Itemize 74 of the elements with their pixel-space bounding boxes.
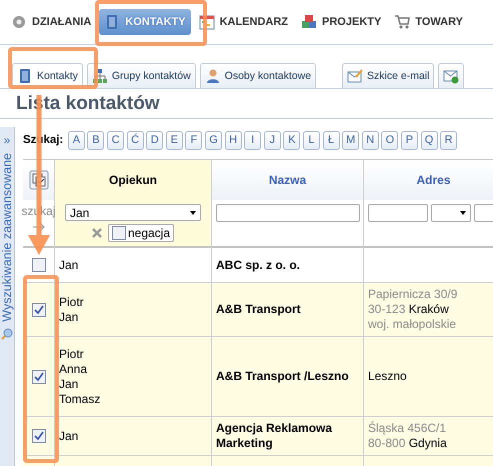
letter-button[interactable]: G xyxy=(205,130,222,150)
checkbox[interactable] xyxy=(32,302,46,316)
letter-button[interactable]: H xyxy=(224,130,242,150)
caretaker-name: Anna xyxy=(59,362,88,376)
letter-button[interactable]: Q xyxy=(420,130,438,150)
caretaker-name: Jan xyxy=(59,376,80,392)
checkbox[interactable] xyxy=(32,258,46,272)
postcode-text: 30-123 xyxy=(368,302,406,316)
city-text: Leszno xyxy=(368,369,407,383)
expand-toggle[interactable]: » xyxy=(4,133,10,147)
caret-icon xyxy=(190,210,196,214)
caretaker-name: Jan xyxy=(59,258,80,272)
nav-tab[interactable]: KALENDARZ xyxy=(194,9,294,35)
mail-pencil-icon xyxy=(347,68,364,84)
letter-button[interactable]: A xyxy=(68,130,85,150)
opiekun-select[interactable]: Jan xyxy=(65,204,201,221)
letter-button[interactable]: M xyxy=(342,130,360,150)
tab[interactable]: Grupy kontaktów xyxy=(86,63,196,88)
city-text: Kraków xyxy=(408,302,449,316)
search-icon xyxy=(1,328,13,340)
hierarchy-icon xyxy=(92,68,108,84)
letter-button[interactable]: L xyxy=(302,130,320,150)
letter-button[interactable]: D xyxy=(146,130,164,150)
letter-button[interactable]: N xyxy=(362,130,379,150)
caretaker-name: Tomasz xyxy=(59,392,102,406)
tab[interactable] xyxy=(438,63,464,88)
postcode-text: 80-800 xyxy=(368,436,406,450)
street-text: Papiernicza 30/9 xyxy=(368,287,458,302)
caretaker-name: Piotr xyxy=(59,294,85,310)
letter-button[interactable]: B xyxy=(87,130,104,150)
book-icon xyxy=(17,68,33,84)
street-text: Śląska 456C/1 xyxy=(368,421,448,436)
tab[interactable]: Szkice e-mail xyxy=(342,63,434,88)
nav-tab[interactable]: PROJEKTY xyxy=(296,9,386,35)
letter-button[interactable]: E xyxy=(166,130,183,150)
sidebar-label[interactable]: Wyszukiwanie zaawansowane xyxy=(0,153,14,322)
negation-checkbox[interactable]: negacja xyxy=(108,224,174,242)
sidebar-strip[interactable]: » Wyszukiwanie zaawansowane xyxy=(0,127,15,466)
region-text: woj. małopolskie xyxy=(368,317,458,332)
checkbox[interactable] xyxy=(32,429,46,443)
caretaker-name: Jan xyxy=(59,310,80,324)
column-header[interactable]: Opiekun xyxy=(108,173,157,187)
nav-tab[interactable]: TOWARY xyxy=(389,9,468,35)
name-filter-field[interactable] xyxy=(216,204,360,222)
mail-add-icon xyxy=(443,68,460,84)
letter-button[interactable]: O xyxy=(381,130,398,150)
address-select[interactable] xyxy=(431,204,471,222)
letter-button[interactable]: Ć xyxy=(126,130,144,150)
column-header[interactable]: Nazwa xyxy=(268,173,306,187)
nav-tab[interactable]: DZIAŁANIA xyxy=(6,9,96,35)
column-header[interactable]: Adres xyxy=(416,173,450,187)
company-name[interactable]: ABC sp. z o. o. xyxy=(216,258,359,272)
city-text: Gdynia xyxy=(408,436,447,450)
cubes-icon xyxy=(301,14,318,30)
caretaker-name: Jan xyxy=(59,428,80,444)
cart-icon xyxy=(394,14,410,30)
caretaker-name: Piotr xyxy=(59,346,85,362)
arrow-icon xyxy=(32,222,46,232)
checkbox[interactable] xyxy=(32,370,46,384)
letter-button[interactable]: P xyxy=(400,130,418,150)
postcode-filter-field[interactable] xyxy=(368,204,428,222)
letter-button[interactable]: J xyxy=(264,130,281,150)
checkbox[interactable] xyxy=(112,226,126,240)
letter-button[interactable]: C xyxy=(107,130,124,150)
letter-button[interactable]: F xyxy=(185,130,202,150)
person-icon xyxy=(204,68,221,84)
clear-icon[interactable] xyxy=(92,228,102,238)
company-name[interactable]: A&B Transport /Leszno xyxy=(216,369,359,384)
caret-icon xyxy=(460,211,466,215)
letter-button[interactable]: R xyxy=(440,130,458,150)
letter-button[interactable]: Ł xyxy=(322,130,340,150)
tab[interactable]: Osoby kontaktowe xyxy=(200,63,316,88)
letter-button[interactable]: K xyxy=(283,130,300,150)
letter-button[interactable]: I xyxy=(244,130,262,150)
